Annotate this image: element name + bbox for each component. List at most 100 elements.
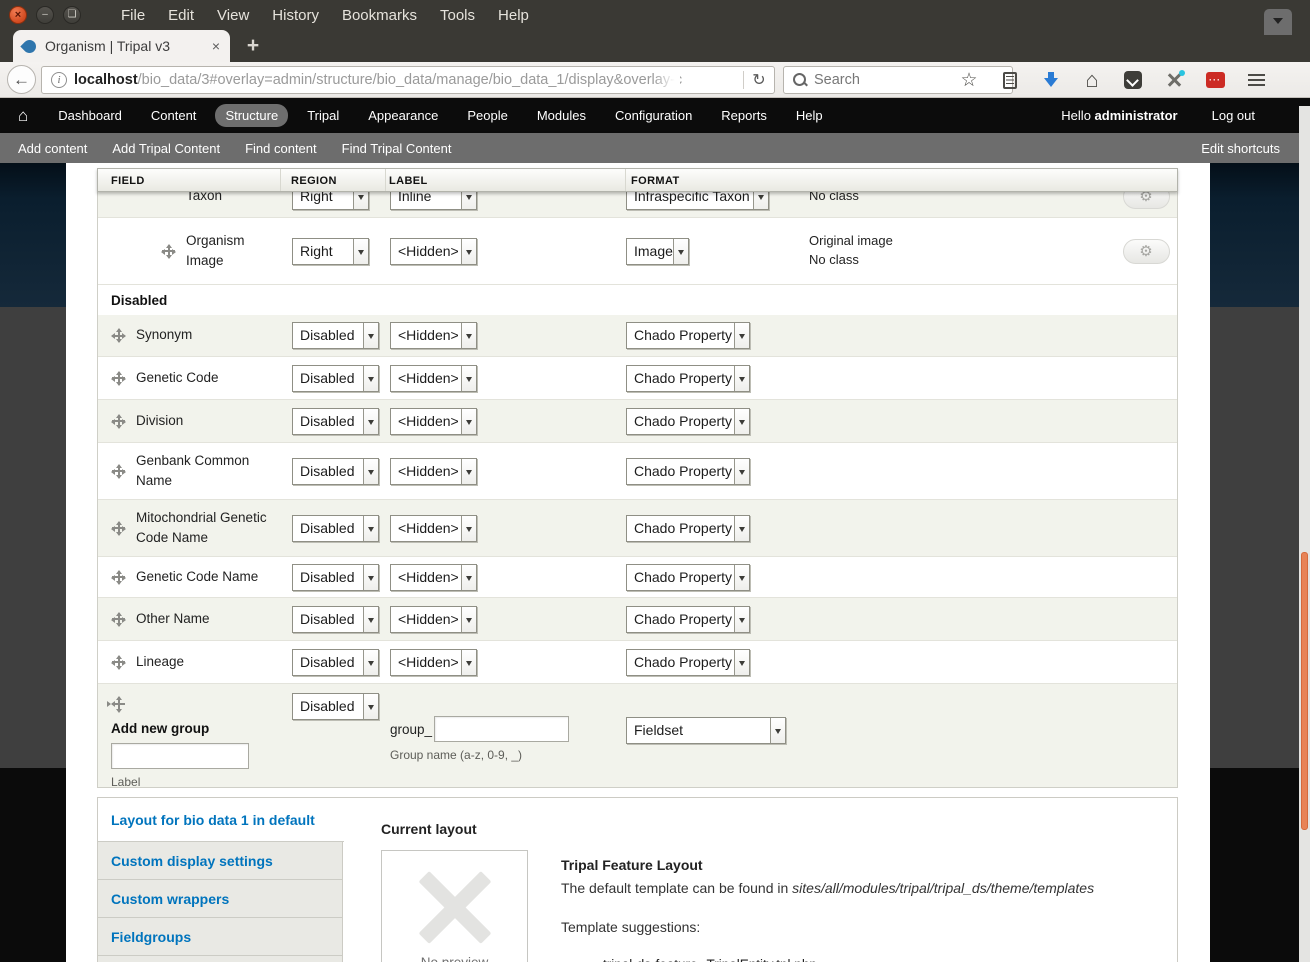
bookmarks-menu-icon[interactable]	[1000, 70, 1020, 90]
menu-help[interactable]: Help	[498, 7, 529, 24]
drupal-admin-toolbar: ⌂ Dashboard Content Structure Tripal App…	[0, 98, 1310, 133]
window-minimize-button[interactable]: –	[36, 6, 54, 24]
drag-handle-icon[interactable]	[111, 612, 126, 627]
table-row-other-name: Other Name Disabled <Hidden> Chado Prope…	[98, 598, 1177, 641]
field-label: Other Name	[136, 609, 281, 629]
suggestion-item: tripal-ds-feature--TripalEntity.tpl.php	[603, 957, 1177, 962]
drag-handle-icon[interactable]	[111, 521, 126, 536]
url-bar[interactable]: i localhost/bio_data/3#overlay=admin/str…	[41, 66, 775, 94]
format-select[interactable]: Chado Property	[626, 365, 750, 392]
menu-bookmarks[interactable]: Bookmarks	[342, 7, 417, 24]
label-select[interactable]: <Hidden>	[390, 649, 477, 676]
label-select[interactable]: <Hidden>	[390, 606, 477, 633]
label-select[interactable]: <Hidden>	[390, 564, 477, 591]
menu-tools[interactable]: Tools	[440, 7, 475, 24]
label-select[interactable]: <Hidden>	[390, 515, 477, 542]
region-select[interactable]: Disabled	[292, 408, 379, 435]
shortcut-add-content[interactable]: Add content	[18, 141, 87, 156]
region-select[interactable]: Disabled	[292, 515, 379, 542]
toolbar-item-tripal[interactable]: Tripal	[297, 104, 349, 127]
menu-file[interactable]: File	[121, 7, 145, 24]
drag-handle-icon[interactable]	[111, 414, 126, 429]
toolbar-item-content[interactable]: Content	[141, 104, 207, 127]
vtab-partial[interactable]	[98, 956, 342, 962]
toolbar-toggle-button[interactable]	[1264, 9, 1292, 35]
region-select[interactable]: Disabled	[292, 606, 379, 633]
toolbar-item-people[interactable]: People	[457, 104, 517, 127]
menu-hamburger-icon[interactable]	[1246, 70, 1266, 90]
page-info-icon[interactable]: i	[51, 72, 67, 88]
chevron-down-icon	[461, 239, 476, 264]
tab-close-icon[interactable]: ×	[212, 38, 220, 54]
pocket-icon[interactable]	[1123, 70, 1143, 90]
reload-button[interactable]: ↻	[744, 70, 774, 90]
menu-edit[interactable]: Edit	[168, 7, 194, 24]
downloads-icon[interactable]	[1041, 70, 1061, 90]
screenshot-extension-icon[interactable]	[1164, 70, 1184, 90]
toolbar-item-reports[interactable]: Reports	[711, 104, 777, 127]
format-select[interactable]: Chado Property	[626, 458, 750, 485]
group-machine-name-input[interactable]	[434, 716, 569, 742]
url-text: localhost/bio_data/3#overlay=admin/struc…	[74, 72, 714, 88]
back-button[interactable]: ←	[7, 65, 36, 94]
logout-link[interactable]: Log out	[1212, 108, 1255, 123]
format-select[interactable]: Chado Property	[626, 606, 750, 633]
drag-handle-icon[interactable]	[161, 244, 176, 259]
format-select[interactable]: Chado Property	[626, 649, 750, 676]
vtab-fieldgroups[interactable]: Fieldgroups	[98, 918, 342, 956]
menu-history[interactable]: History	[272, 7, 319, 24]
toolbar-item-help[interactable]: Help	[786, 104, 833, 127]
shortcut-find-content[interactable]: Find content	[245, 141, 317, 156]
admin-home-icon[interactable]: ⌂	[18, 106, 28, 126]
region-select[interactable]: Disabled	[292, 322, 379, 349]
scrollbar-thumb[interactable]	[1301, 552, 1308, 830]
edit-shortcuts-link[interactable]: Edit shortcuts	[1201, 141, 1280, 156]
format-settings-button[interactable]: ⚙	[1123, 239, 1170, 264]
label-select[interactable]: <Hidden>	[390, 408, 477, 435]
format-select[interactable]: Chado Property	[626, 564, 750, 591]
shortcut-add-tripal-content[interactable]: Add Tripal Content	[112, 141, 220, 156]
shortcut-find-tripal-content[interactable]: Find Tripal Content	[342, 141, 452, 156]
format-select[interactable]: Image	[626, 238, 689, 265]
drag-handle-icon[interactable]	[111, 328, 126, 343]
region-select[interactable]: Disabled	[292, 649, 379, 676]
drag-handle-icon[interactable]	[111, 371, 126, 386]
browser-tab[interactable]: Organism | Tripal v3 ×	[13, 30, 230, 62]
menu-view[interactable]: View	[217, 7, 249, 24]
window-close-button[interactable]: ×	[9, 6, 27, 24]
region-select[interactable]: Disabled	[292, 564, 379, 591]
scrollbar-track[interactable]	[1299, 106, 1310, 962]
drag-handle-icon[interactable]	[111, 655, 126, 670]
group-format-select[interactable]: Fieldset	[626, 717, 786, 744]
label-select[interactable]: <Hidden>	[390, 365, 477, 392]
chevron-down-icon	[363, 366, 378, 391]
drag-handle-icon[interactable]	[111, 464, 126, 479]
label-select[interactable]: <Hidden>	[390, 322, 477, 349]
group-label-input[interactable]	[111, 743, 249, 769]
vtab-custom-wrappers[interactable]: Custom wrappers	[98, 880, 342, 918]
window-maximize-button[interactable]: ❏	[63, 6, 81, 24]
format-select[interactable]: Chado Property	[626, 322, 750, 349]
region-select[interactable]: Disabled	[292, 458, 379, 485]
toolbar-item-dashboard[interactable]: Dashboard	[48, 104, 132, 127]
bookmark-star-icon[interactable]: ☆	[959, 70, 979, 90]
home-icon[interactable]: ⌂	[1082, 70, 1102, 90]
drag-handle-icon[interactable]	[111, 570, 126, 585]
toolbar-item-configuration[interactable]: Configuration	[605, 104, 702, 127]
region-select[interactable]: Right	[292, 238, 369, 265]
no-preview-x-icon	[417, 869, 493, 945]
toolbar-item-appearance[interactable]: Appearance	[358, 104, 448, 127]
toolbar-item-modules[interactable]: Modules	[527, 104, 596, 127]
label-select[interactable]: <Hidden>	[390, 238, 477, 265]
region-select[interactable]: Disabled	[292, 365, 379, 392]
vtab-layout[interactable]: Layout for bio data 1 in default	[98, 798, 344, 842]
vtab-custom-display-settings[interactable]: Custom display settings	[98, 842, 342, 880]
format-select[interactable]: Chado Property	[626, 408, 750, 435]
region-select[interactable]: Disabled	[292, 693, 379, 720]
chevron-down-icon	[734, 366, 749, 391]
format-select[interactable]: Chado Property	[626, 515, 750, 542]
toolbar-item-structure[interactable]: Structure	[215, 104, 288, 127]
addon-icon[interactable]: ···	[1205, 70, 1225, 90]
label-select[interactable]: <Hidden>	[390, 458, 477, 485]
new-tab-button[interactable]: +	[238, 34, 268, 58]
